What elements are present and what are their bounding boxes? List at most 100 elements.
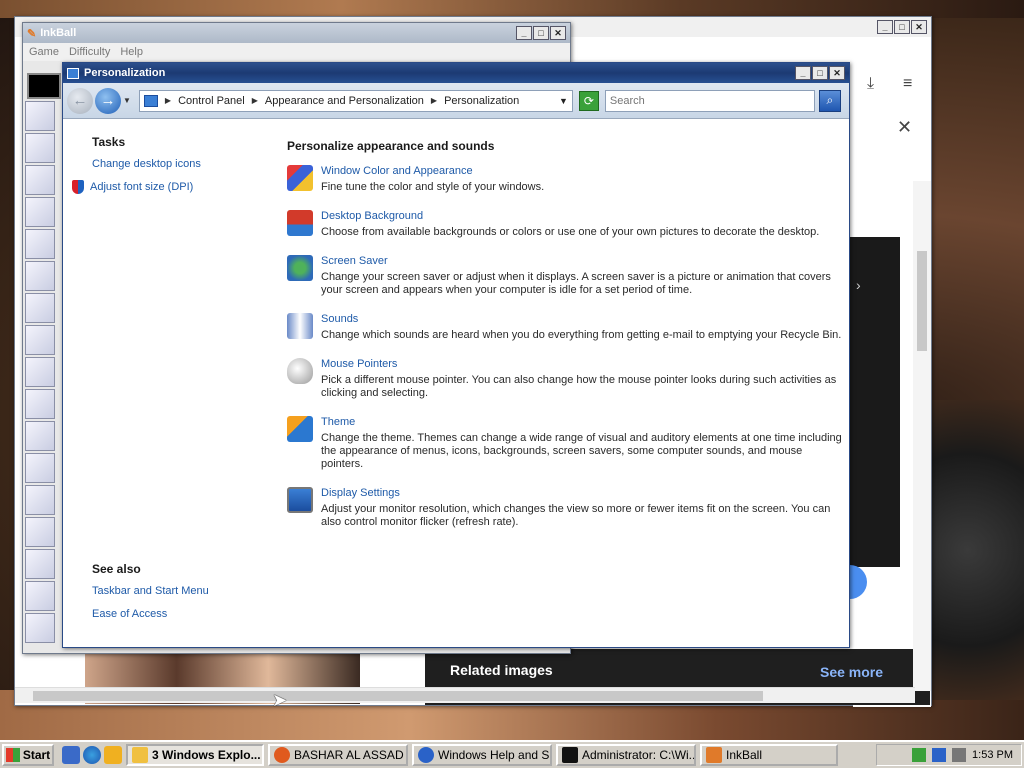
- system-tray: 1:53 PM: [876, 744, 1022, 766]
- breadcrumb[interactable]: ▶ Control Panel ▶ Appearance and Persona…: [138, 89, 573, 112]
- main-title: Personalize appearance and sounds: [287, 139, 495, 153]
- inkball-icon: [706, 747, 722, 763]
- taskbar-button-label: InkBall: [726, 748, 763, 762]
- inkball-maximize-button[interactable]: □: [533, 26, 549, 40]
- mouse-pointers-desc: Pick a different mouse pointer. You can …: [321, 374, 837, 399]
- display-settings-icon[interactable]: [287, 487, 313, 513]
- mouse-pointers-link[interactable]: Mouse Pointers: [321, 358, 847, 370]
- board-cell: [25, 101, 55, 131]
- board-cell: [25, 133, 55, 163]
- sounds-link[interactable]: Sounds: [321, 313, 841, 325]
- board-cell: [25, 485, 55, 515]
- tray-app-icon[interactable]: [912, 748, 927, 762]
- related-images-label: Related images: [450, 662, 553, 678]
- screen-saver-icon[interactable]: [287, 255, 313, 281]
- see-more-link[interactable]: See more: [820, 664, 883, 680]
- desktop-background-link[interactable]: Desktop Background: [321, 210, 819, 222]
- sounds-desc: Change which sounds are heard when you d…: [321, 329, 842, 341]
- menu-help[interactable]: Help: [120, 46, 143, 58]
- close-icon[interactable]: ✕: [897, 117, 912, 138]
- taskbar-explorer-button[interactable]: 3 Windows Explo... ▼: [126, 744, 264, 766]
- quick-launch: [62, 746, 122, 764]
- inkball-menubar: Game Difficulty Help: [23, 43, 570, 61]
- ease-of-access-link[interactable]: Ease of Access: [92, 608, 167, 620]
- browser-minimize-button[interactable]: _: [877, 20, 893, 34]
- help-icon: [418, 747, 434, 763]
- screen-saver-desc: Change your screen saver or adjust when …: [321, 271, 831, 296]
- desktop-background-desc: Choose from available backgrounds or col…: [321, 226, 820, 238]
- browser-close-button[interactable]: ✕: [911, 20, 927, 34]
- display-settings-link[interactable]: Display Settings: [321, 487, 847, 499]
- inkball-minimize-button[interactable]: _: [516, 26, 532, 40]
- board-cell: [25, 229, 55, 259]
- ie-icon[interactable]: [83, 746, 101, 764]
- network-icon[interactable]: [932, 748, 947, 762]
- personalization-minimize-button[interactable]: _: [795, 66, 811, 80]
- desktop-background-icon[interactable]: [287, 210, 313, 236]
- board-cell: [25, 293, 55, 323]
- volume-muted-icon[interactable]: [952, 748, 967, 762]
- taskbar-firefox-button[interactable]: BASHAR AL ASSAD - ...: [268, 744, 408, 766]
- item-screen-saver: Screen Saver Change your screen saver or…: [287, 255, 847, 297]
- taskbar-inkball-button[interactable]: InkBall: [700, 744, 838, 766]
- taskbar-help-button[interactable]: Windows Help and S...: [412, 744, 552, 766]
- control-panel-icon: [143, 94, 158, 107]
- board-cell: [25, 517, 55, 547]
- tasks-pane: Tasks Change desktop icons Adjust font s…: [63, 120, 273, 648]
- search-icon[interactable]: ⌕: [818, 89, 841, 112]
- browser-vertical-scrollbar[interactable]: [913, 181, 931, 691]
- screen-saver-link[interactable]: Screen Saver: [321, 255, 847, 267]
- windows-flag-icon: [5, 748, 20, 762]
- breadcrumb-separator-icon[interactable]: ▶: [249, 96, 261, 105]
- item-display-settings: Display Settings Adjust your monitor res…: [287, 487, 847, 529]
- sounds-icon[interactable]: [287, 313, 313, 339]
- adjust-font-size-task[interactable]: Adjust font size (DPI): [72, 180, 193, 194]
- folder-icon: [132, 747, 148, 763]
- desktop-background-right: [930, 400, 1024, 700]
- taskbar-cmd-button[interactable]: Administrator: C:\Wi...: [556, 744, 696, 766]
- adjust-font-size-link[interactable]: Adjust font size (DPI): [90, 181, 193, 193]
- breadcrumb-control-panel[interactable]: Control Panel: [178, 95, 245, 107]
- theme-link[interactable]: Theme: [321, 416, 847, 428]
- personalization-window[interactable]: Personalization _ □ ✕ ← → ▼ ▶ Control Pa…: [62, 62, 850, 648]
- breadcrumb-separator-icon[interactable]: ▶: [428, 96, 440, 105]
- item-theme: Theme Change the theme. Themes can chang…: [287, 416, 847, 471]
- window-color-link[interactable]: Window Color and Appearance: [321, 165, 544, 177]
- menu-icon[interactable]: ≡: [903, 75, 912, 93]
- breadcrumb-appearance[interactable]: Appearance and Personalization: [265, 95, 424, 107]
- inkball-titlebar[interactable]: ✎ InkBall _ □ ✕: [23, 23, 570, 43]
- change-desktop-icons-link[interactable]: Change desktop icons: [92, 158, 201, 170]
- chevron-right-icon[interactable]: ›: [856, 277, 861, 293]
- theme-icon[interactable]: [287, 416, 313, 442]
- board-cell: [25, 549, 55, 579]
- personalization-maximize-button[interactable]: □: [812, 66, 828, 80]
- back-button[interactable]: ←: [67, 87, 93, 114]
- mouse-pointer-icon[interactable]: [287, 358, 313, 384]
- vertical-scroll-thumb[interactable]: [917, 251, 927, 351]
- media-player-icon[interactable]: [104, 746, 122, 764]
- start-button[interactable]: Start: [2, 744, 54, 766]
- breadcrumb-personalization[interactable]: Personalization: [444, 95, 519, 107]
- inkball-close-button[interactable]: ✕: [550, 26, 566, 40]
- forward-button[interactable]: →: [95, 87, 121, 114]
- refresh-button[interactable]: ⟳: [578, 90, 599, 111]
- horizontal-scroll-thumb[interactable]: [33, 691, 763, 701]
- history-dropdown-icon[interactable]: ▼: [123, 96, 131, 105]
- menu-game[interactable]: Game: [29, 46, 59, 58]
- search-input[interactable]: [604, 89, 815, 112]
- clock[interactable]: 1:53 PM: [972, 749, 1013, 761]
- menu-difficulty[interactable]: Difficulty: [69, 46, 110, 58]
- taskbar-start-menu-link[interactable]: Taskbar and Start Menu: [92, 585, 209, 597]
- window-color-icon[interactable]: [287, 165, 313, 191]
- personalization-titlebar[interactable]: Personalization _ □ ✕: [63, 63, 849, 83]
- image-preview[interactable]: ›: [850, 237, 900, 567]
- address-dropdown-icon[interactable]: ▼: [559, 96, 568, 106]
- browser-maximize-button[interactable]: □: [894, 20, 910, 34]
- breadcrumb-separator-icon[interactable]: ▶: [162, 96, 174, 105]
- tasks-title: Tasks: [92, 135, 126, 149]
- browser-horizontal-scrollbar[interactable]: [15, 687, 915, 703]
- download-icon[interactable]: ⤓: [867, 75, 874, 93]
- board-cell: [25, 261, 55, 291]
- show-desktop-icon[interactable]: [62, 746, 80, 764]
- personalization-close-button[interactable]: ✕: [829, 66, 845, 80]
